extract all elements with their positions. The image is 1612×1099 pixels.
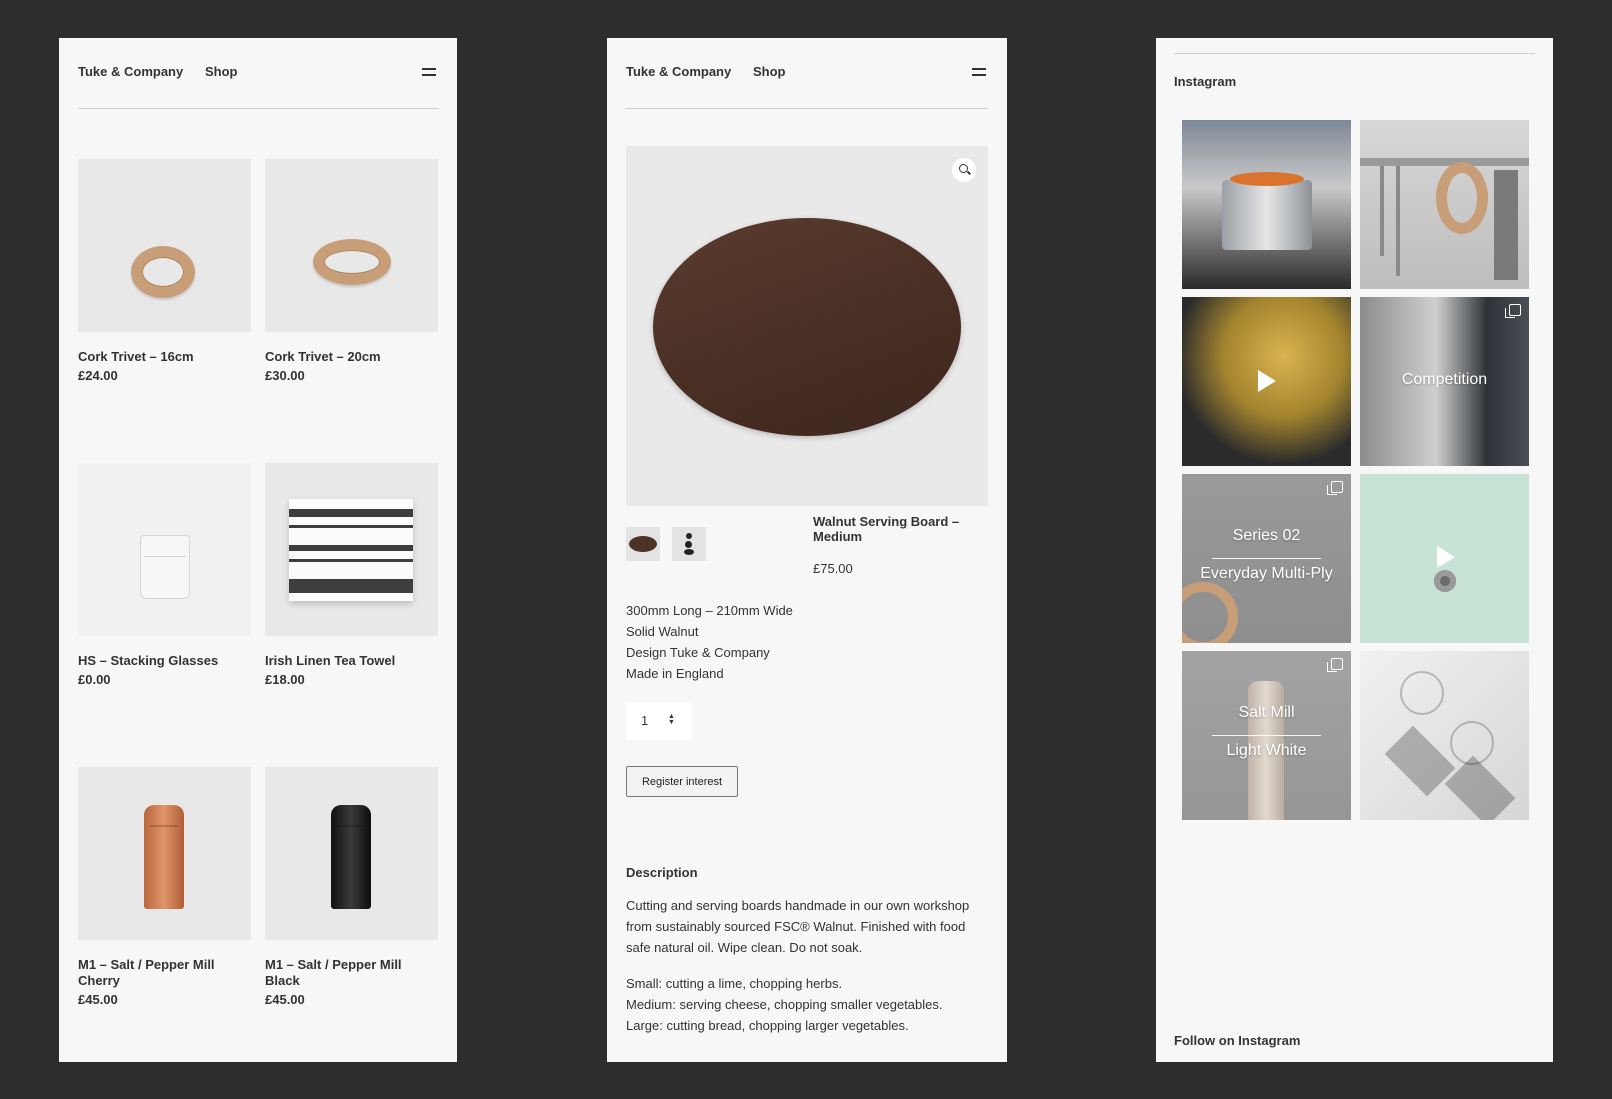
product-image[interactable] — [78, 463, 251, 636]
spec-line: Solid Walnut — [626, 624, 699, 639]
spec-line: 300mm Long – 210mm Wide — [626, 603, 793, 618]
site-header: Tuke & Company Shop — [626, 64, 988, 109]
tile-caption-secondary: Everyday Multi-Ply — [1200, 565, 1333, 582]
divider — [1174, 53, 1535, 54]
spec-line: Design Tuke & Company — [626, 645, 770, 660]
product-panel: Tuke & Company Shop Walnut Serving Board… — [607, 38, 1007, 1062]
product-title[interactable]: Irish Linen Tea Towel — [265, 653, 438, 669]
tile-caption: Salt Mill — [1238, 704, 1295, 721]
instagram-tile[interactable] — [1182, 120, 1351, 289]
product-title[interactable]: M1 – Salt / Pepper Mill Black — [265, 957, 438, 989]
zoom-icon[interactable] — [952, 158, 976, 182]
instagram-tile[interactable] — [1360, 651, 1529, 820]
product-title[interactable]: HS – Stacking Glasses — [78, 653, 251, 669]
product-card-cork-20[interactable]: Cork Trivet – 20cm £30.00 — [265, 159, 438, 383]
shop-panel: Tuke & Company Shop Cork Trivet – 16cm £… — [59, 38, 457, 1062]
cork-trivet-image — [131, 246, 195, 298]
use-line: Large: cutting bread, chopping larger ve… — [626, 1018, 909, 1033]
brand-link[interactable]: Tuke & Company — [78, 64, 183, 79]
product-card-mill-cherry[interactable]: M1 – Salt / Pepper Mill Cherry £45.00 — [78, 767, 251, 1007]
product-image[interactable] — [265, 159, 438, 332]
product-card-stacking-glasses[interactable]: HS – Stacking Glasses £0.00 — [78, 463, 251, 687]
product-image[interactable] — [265, 463, 438, 636]
product-main-image[interactable] — [626, 146, 988, 506]
register-interest-button[interactable]: Register interest — [626, 766, 738, 797]
product-price: £45.00 — [78, 992, 118, 1007]
instagram-title: Instagram — [1174, 74, 1237, 89]
instagram-tile[interactable]: Competition — [1360, 297, 1529, 466]
instagram-tile[interactable] — [1360, 474, 1529, 643]
tile-caption: Competition — [1401, 371, 1488, 388]
use-line: Medium: serving cheese, chopping smaller… — [626, 997, 943, 1012]
product-title: Walnut Serving Board – Medium — [813, 514, 960, 544]
product-price: £30.00 — [265, 368, 305, 383]
use-line: Small: cutting a lime, chopping herbs. — [626, 976, 843, 991]
product-image[interactable] — [265, 767, 438, 940]
instagram-tile[interactable]: Series 02 Everyday Multi-Ply — [1182, 474, 1351, 643]
product-price: £24.00 — [78, 368, 118, 383]
tea-towel-image — [289, 499, 413, 601]
product-price: £18.00 — [265, 672, 305, 687]
caption-divider — [1212, 735, 1321, 736]
instagram-panel: Instagram Competition Series 02 Everyday… — [1156, 38, 1553, 1062]
product-title[interactable]: Cork Trivet – 16cm — [78, 349, 251, 365]
multiple-images-icon — [1327, 481, 1343, 495]
description-uses: Small: cutting a lime, chopping herbs. M… — [626, 973, 981, 1036]
tile-caption-secondary: Light White — [1226, 742, 1307, 759]
product-specs: 300mm Long – 210mm Wide Solid Walnut Des… — [626, 600, 793, 684]
shop-link[interactable]: Shop — [753, 64, 786, 79]
product-image[interactable] — [78, 159, 251, 332]
spec-line: Made in England — [626, 666, 724, 681]
product-price: £45.00 — [265, 992, 305, 1007]
product-card-mill-black[interactable]: M1 – Salt / Pepper Mill Black £45.00 — [265, 767, 438, 1007]
shop-link[interactable]: Shop — [205, 64, 238, 79]
hamburger-icon[interactable] — [972, 68, 986, 76]
brand-link[interactable]: Tuke & Company — [626, 64, 731, 79]
product-title[interactable]: Cork Trivet – 20cm — [265, 349, 438, 365]
cherry-mill-image — [144, 805, 184, 909]
product-card-tea-towel[interactable]: Irish Linen Tea Towel £18.00 — [265, 463, 438, 687]
product-price: £75.00 — [813, 561, 853, 576]
description-heading: Description — [626, 865, 698, 880]
tile-caption: Series 02 — [1232, 527, 1301, 544]
quantity-value[interactable]: 1 — [641, 713, 648, 728]
multiple-images-icon — [1327, 658, 1343, 672]
product-title[interactable]: M1 – Salt / Pepper Mill Cherry — [78, 957, 251, 989]
glass-image — [140, 535, 190, 599]
instagram-tile[interactable]: Salt Mill Light White — [1182, 651, 1351, 820]
hamburger-icon[interactable] — [422, 68, 436, 76]
black-mill-image — [331, 805, 371, 909]
follow-instagram-link[interactable]: Follow on Instagram — [1174, 1033, 1300, 1048]
thumbnail-board[interactable] — [626, 527, 660, 561]
caption-divider — [1212, 558, 1321, 559]
instagram-tile[interactable] — [1182, 297, 1351, 466]
product-card-cork-16[interactable]: Cork Trivet – 16cm £24.00 — [78, 159, 251, 383]
play-icon[interactable] — [1437, 546, 1455, 568]
multiple-images-icon — [1505, 304, 1521, 318]
product-image[interactable] — [78, 767, 251, 940]
cork-trivet-image — [313, 239, 391, 285]
description-text: Cutting and serving boards handmade in o… — [626, 898, 970, 955]
walnut-board-image — [653, 218, 961, 436]
quantity-stepper[interactable]: 1 ▲ ▼ — [626, 702, 692, 740]
thumbnail-stack[interactable] — [672, 527, 706, 561]
play-icon[interactable] — [1258, 370, 1276, 392]
instagram-tile[interactable] — [1360, 120, 1529, 289]
site-header: Tuke & Company Shop — [78, 64, 438, 109]
product-price: £0.00 — [78, 672, 111, 687]
stepper-arrows-icon[interactable]: ▲ ▼ — [668, 713, 675, 726]
